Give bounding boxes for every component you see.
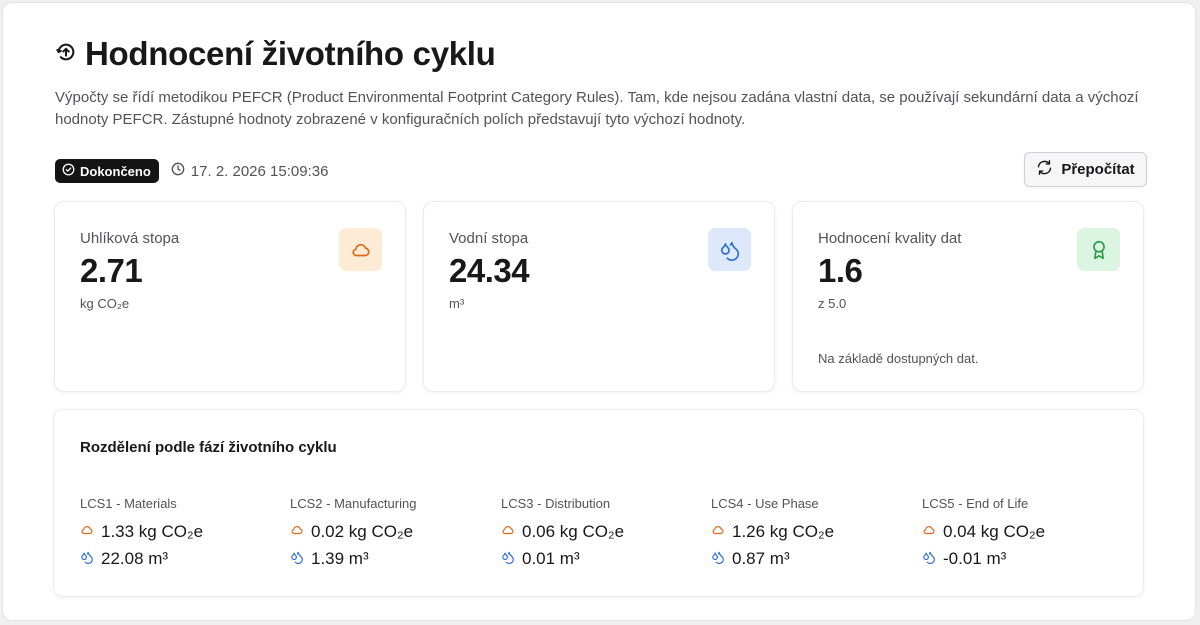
- stage-carbon-value: 0.06 kg CO₂e: [522, 522, 625, 541]
- stage-carbon: 0.04 kg CO₂e: [922, 522, 1122, 542]
- cloud-icon: [290, 522, 304, 542]
- data-quality-scale: z 5.0: [818, 296, 847, 311]
- award-icon: [1077, 228, 1120, 271]
- stage-carbon: 0.06 kg CO₂e: [501, 522, 701, 542]
- stage-lcs1: LCS1 - Materials 1.33 kg CO₂e 22.08 m³: [80, 496, 280, 569]
- stage-water-value: 22.08 m³: [101, 549, 169, 568]
- stage-carbon: 1.33 kg CO₂e: [80, 522, 280, 542]
- stage-water: 1.39 m³: [290, 549, 490, 569]
- timestamp-text: 17. 2. 2026 15:09:36: [190, 162, 329, 180]
- page-description: Výpočty se řídí metodikou PEFCR (Product…: [55, 89, 1139, 128]
- stage-water: 22.08 m³: [80, 549, 280, 569]
- stage-carbon-value: 1.33 kg CO₂e: [101, 522, 204, 541]
- stage-carbon-value: 1.26 kg CO₂e: [732, 522, 835, 541]
- stage-carbon-value: 0.04 kg CO₂e: [943, 522, 1046, 541]
- water-footprint-card: Vodní stopa 24.34 m³: [423, 201, 775, 392]
- stage-water: 0.01 m³: [501, 549, 701, 569]
- cloud-icon: [922, 522, 936, 542]
- stage-label: LCS4 - Use Phase: [711, 496, 819, 511]
- cloud-icon: [501, 522, 515, 542]
- droplets-icon: [80, 549, 94, 569]
- carbon-footprint-card: Uhlíková stopa 2.71 kg CO₂e: [54, 201, 406, 392]
- stage-label: LCS2 - Manufacturing: [290, 496, 417, 511]
- data-quality-value: 1.6: [818, 252, 863, 289]
- stage-carbon: 0.02 kg CO₂e: [290, 522, 490, 542]
- page-title: Hodnocení životního cyklu: [85, 35, 496, 72]
- data-quality-label: Hodnocení kvality dat: [818, 230, 962, 247]
- stage-carbon: 1.26 kg CO₂e: [711, 522, 911, 542]
- refresh-icon: [1036, 159, 1053, 180]
- timestamp: 17. 2. 2026 15:09:36: [171, 162, 329, 180]
- stages-title: Rozdělení podle fází životního cyklu: [80, 439, 337, 456]
- status-row: Dokončeno 17. 2. 2026 15:09:36: [55, 159, 328, 183]
- data-quality-note: Na základě dostupných dat.: [818, 351, 979, 366]
- recalculate-button[interactable]: Přepočítat: [1024, 152, 1147, 187]
- droplets-icon: [708, 228, 751, 271]
- water-footprint-value: 24.34: [449, 252, 530, 289]
- stage-lcs4: LCS4 - Use Phase 1.26 kg CO₂e 0.87 m³: [711, 496, 911, 569]
- stage-lcs3: LCS3 - Distribution 0.06 kg CO₂e 0.01 m³: [501, 496, 701, 569]
- cloud-icon: [80, 522, 94, 542]
- stage-water: -0.01 m³: [922, 549, 1122, 569]
- clock-icon: [171, 162, 185, 180]
- stage-water-value: 0.87 m³: [732, 549, 790, 568]
- status-badge-label: Dokončeno: [80, 163, 151, 179]
- stage-water-value: -0.01 m³: [943, 549, 1007, 568]
- droplets-icon: [290, 549, 304, 569]
- water-footprint-unit: m³: [449, 296, 465, 311]
- stage-carbon-value: 0.02 kg CO₂e: [311, 522, 414, 541]
- recalculate-button-label: Přepočítat: [1061, 161, 1135, 178]
- stage-label: LCS3 - Distribution: [501, 496, 611, 511]
- carbon-footprint-unit: kg CO₂e: [80, 296, 130, 311]
- stage-water-value: 1.39 m³: [311, 549, 369, 568]
- status-badge: Dokončeno: [55, 159, 159, 183]
- stage-lcs5: LCS5 - End of Life 0.04 kg CO₂e -0.01 m³: [922, 496, 1122, 569]
- data-quality-card: Hodnocení kvality dat 1.6 z 5.0 Na zákla…: [792, 201, 1144, 392]
- page-header: Hodnocení životního cyklu: [55, 35, 496, 73]
- check-circle-icon: [62, 163, 75, 179]
- refresh-circle-icon: [55, 41, 77, 68]
- lifecycle-stages-card: Rozdělení podle fází životního cyklu LCS…: [53, 409, 1144, 597]
- carbon-footprint-label: Uhlíková stopa: [80, 230, 180, 247]
- cloud-icon: [711, 522, 725, 542]
- stage-label: LCS1 - Materials: [80, 496, 177, 511]
- stage-label: LCS5 - End of Life: [922, 496, 1029, 511]
- water-footprint-label: Vodní stopa: [449, 230, 529, 247]
- carbon-footprint-value: 2.71: [80, 252, 143, 289]
- stage-water: 0.87 m³: [711, 549, 911, 569]
- droplets-icon: [711, 549, 725, 569]
- cloud-icon: [339, 228, 382, 271]
- droplets-icon: [922, 549, 936, 569]
- stage-water-value: 0.01 m³: [522, 549, 580, 568]
- droplets-icon: [501, 549, 515, 569]
- stage-lcs2: LCS2 - Manufacturing 0.02 kg CO₂e 1.39 m…: [290, 496, 490, 569]
